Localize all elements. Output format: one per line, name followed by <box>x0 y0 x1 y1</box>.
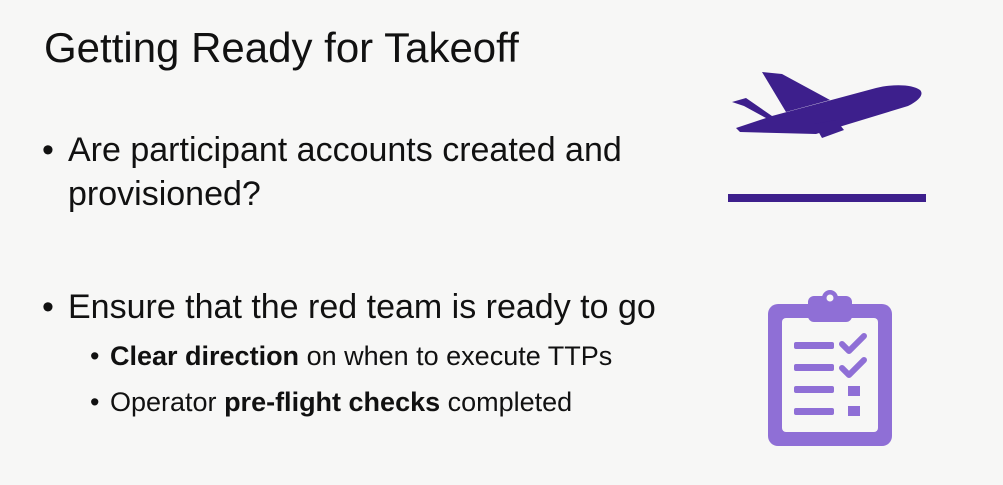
bullet-accounts-text-line2: provisioned? <box>68 175 261 213</box>
bullet-red-team: • Ensure that the red team is ready to g… <box>42 285 656 329</box>
sub-bullet-rest: completed <box>440 387 573 417</box>
airplane-takeoff-icon <box>728 72 926 202</box>
slide-title: Getting Ready for Takeoff <box>44 24 519 71</box>
airplane-shape <box>732 72 922 138</box>
sub-bullet-dot: • <box>90 387 100 417</box>
bullet-accounts-continuation: provisioned? <box>68 172 261 216</box>
sub-bullet-bold: Clear direction <box>110 341 300 371</box>
clipboard-checklist-icon <box>768 290 892 446</box>
sub-bullet-rest: on when to execute TTPs <box>299 341 613 371</box>
bullet-red-team-text: Ensure that the red team is ready to go <box>68 288 656 326</box>
sub-bullet-bold: pre-flight checks <box>224 387 441 417</box>
sub-bullet-preflight-checks: • Operator pre-flight checks completed <box>90 384 573 420</box>
runway-line <box>728 194 926 202</box>
slide: Getting Ready for Takeoff • Are particip… <box>0 0 1003 485</box>
sub-bullet-pre: Operator <box>110 387 225 417</box>
bullet-accounts: • Are participant accounts created and <box>42 128 622 172</box>
bullet-dot: • <box>42 131 54 169</box>
sub-bullet-dot: • <box>90 341 100 371</box>
bullet-dot: • <box>42 288 54 326</box>
sub-bullet-clear-direction: • Clear direction on when to execute TTP… <box>90 338 613 374</box>
bullet-accounts-text: Are participant accounts created and <box>68 131 622 169</box>
